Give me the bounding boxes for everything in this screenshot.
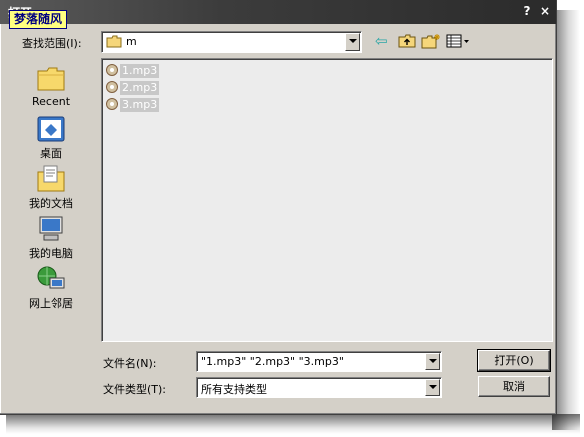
window-shadow-bottom xyxy=(6,414,580,434)
lookin-combobox[interactable]: m xyxy=(101,31,362,53)
audio-file-icon xyxy=(104,80,120,97)
filetype-select[interactable]: 所有支持类型 xyxy=(196,377,442,398)
filename-label: 文件名(N): xyxy=(103,357,157,370)
lookin-value: m xyxy=(126,35,137,48)
places-label-computer: 我的电脑 xyxy=(29,247,73,260)
filetype-dropdown-button[interactable] xyxy=(425,379,440,396)
new-folder-icon[interactable] xyxy=(421,33,441,51)
list-item[interactable]: 3.mp3 xyxy=(104,97,160,114)
places-label-network: 网上邻居 xyxy=(29,297,73,310)
filename-input[interactable]: "1.mp3" "2.mp3" "3.mp3" xyxy=(201,355,344,368)
file-name: 2.mp3 xyxy=(120,81,160,95)
places-label-desktop: 桌面 xyxy=(40,147,62,160)
watermark-badge: 梦落随风 xyxy=(9,10,68,29)
filetype-value: 所有支持类型 xyxy=(201,383,267,396)
places-item-computer[interactable] xyxy=(8,214,94,247)
file-name: 1.mp3 xyxy=(120,64,160,78)
open-file-dialog: 打开 ? × 梦落随风 查找范围(I): m ⇦ xyxy=(0,0,557,415)
places-label-documents: 我的文档 xyxy=(29,197,73,210)
filetype-label: 文件类型(T): xyxy=(103,383,167,396)
audio-file-icon xyxy=(104,63,120,80)
up-folder-icon[interactable] xyxy=(398,33,418,51)
list-item[interactable]: 2.mp3 xyxy=(104,80,160,97)
lookin-dropdown-button[interactable] xyxy=(345,33,360,51)
audio-file-icon xyxy=(104,97,120,114)
places-item-documents[interactable] xyxy=(8,164,94,197)
filename-combobox[interactable]: "1.mp3" "2.mp3" "3.mp3" xyxy=(196,351,442,372)
lookin-label: 查找范围(I): xyxy=(22,37,82,50)
places-item-desktop[interactable] xyxy=(8,114,94,147)
view-menu-icon[interactable] xyxy=(446,33,470,51)
cancel-button[interactable]: 取消 xyxy=(478,376,550,397)
help-button[interactable]: ? xyxy=(520,4,534,18)
open-button[interactable]: 打开(O) xyxy=(477,349,551,372)
back-icon[interactable]: ⇦ xyxy=(375,33,395,51)
places-item-recent[interactable] xyxy=(8,64,94,97)
close-button[interactable]: × xyxy=(538,4,552,18)
file-name: 3.mp3 xyxy=(120,98,160,112)
places-label-recent: Recent xyxy=(31,95,71,108)
folder-icon xyxy=(106,35,122,51)
list-item[interactable]: 1.mp3 xyxy=(104,63,160,80)
title-bar: 打开 ? × xyxy=(0,0,556,24)
file-list-view[interactable]: 1.mp3 2.mp3 3.mp3 xyxy=(101,58,553,342)
places-bar: Recent 桌面 我的文档 我的电脑 网上邻居 xyxy=(8,58,94,320)
places-item-network[interactable] xyxy=(8,264,94,297)
filename-dropdown-button[interactable] xyxy=(425,353,440,370)
